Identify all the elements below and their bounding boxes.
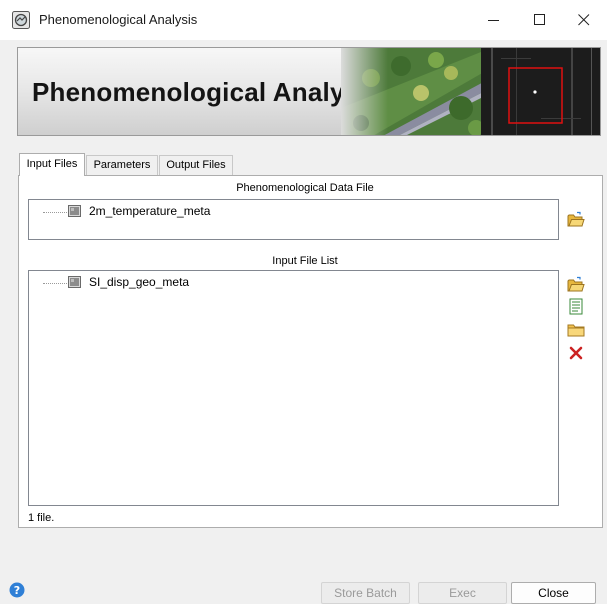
load-file-list-button[interactable] xyxy=(567,298,585,316)
raster-file-icon xyxy=(68,205,81,217)
input-file-list-label: Input File List xyxy=(272,255,338,267)
input-file-list[interactable] xyxy=(28,270,559,506)
data-file-name: 2m_temperature_meta xyxy=(89,204,211,218)
tab-parameters[interactable]: Parameters xyxy=(86,155,158,175)
store-batch-button[interactable]: Store Batch xyxy=(321,582,410,604)
remove-file-button[interactable] xyxy=(567,344,585,362)
data-file-tree-item[interactable]: 2m_temperature_meta xyxy=(43,204,443,220)
folder-icon xyxy=(567,324,585,337)
open-data-file-button[interactable] xyxy=(567,211,585,229)
window-title: Phenomenological Analysis xyxy=(39,12,198,27)
help-button[interactable]: ? xyxy=(9,582,25,598)
tab-output-files[interactable]: Output Files xyxy=(159,155,233,175)
file-count-status: 1 file. xyxy=(28,512,55,524)
minimize-button[interactable] xyxy=(471,0,517,40)
title-bar[interactable]: Phenomenological Analysis xyxy=(0,0,607,40)
help-icon: ? xyxy=(9,582,25,598)
banner-title: Phenomenological Analysis xyxy=(32,77,382,107)
tab-input-files[interactable]: Input Files xyxy=(19,153,85,176)
open-folder-icon xyxy=(567,276,585,292)
list-item-label: SI_disp_geo_meta xyxy=(89,275,190,289)
add-folder-button[interactable] xyxy=(567,321,585,339)
maximize-icon xyxy=(534,14,545,25)
add-input-file-button[interactable] xyxy=(567,276,585,294)
open-folder-icon xyxy=(567,211,585,227)
close-window-button[interactable] xyxy=(561,0,607,40)
text-file-icon xyxy=(569,298,583,315)
header-banner: Phenomenological Analysis xyxy=(17,47,601,136)
raster-file-icon xyxy=(68,276,81,288)
exec-button[interactable]: Exec xyxy=(418,582,507,604)
list-item[interactable]: SI_disp_geo_meta xyxy=(43,275,443,291)
tree-connector xyxy=(43,212,67,213)
minimize-icon xyxy=(488,20,499,21)
close-button[interactable]: Close xyxy=(511,582,596,604)
svg-text:?: ? xyxy=(14,584,20,597)
app-icon xyxy=(12,11,30,29)
maximize-button[interactable] xyxy=(517,0,563,40)
data-file-label: Phenomenological Data File xyxy=(236,182,374,194)
close-icon xyxy=(578,14,590,26)
red-x-icon xyxy=(569,346,583,360)
tree-connector xyxy=(43,283,67,284)
banner-image xyxy=(341,48,600,135)
